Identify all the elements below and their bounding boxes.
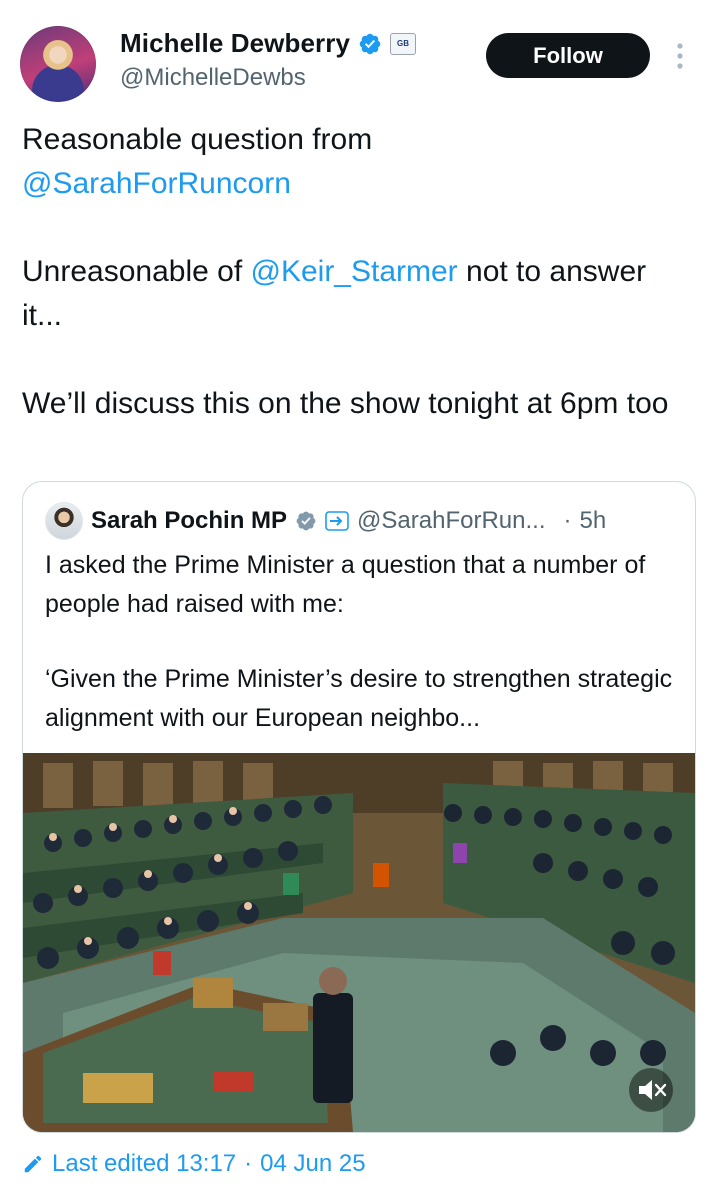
mention-sarahforruncorn[interactable]: @SarahForRuncorn [22,167,291,200]
quoted-text-2: ‘Given the Prime Minister’s desire to st… [45,665,673,732]
author-handle[interactable]: @MichelleDewbs [120,64,306,92]
more-options-icon[interactable] [668,40,692,72]
tweet-line-2: Unreasonable of @Keir_Starmer not to ans… [22,250,692,338]
tweet-body: Reasonable question from @SarahForRuncor… [22,118,692,426]
quoted-timestamp[interactable]: 5h [579,507,606,535]
author-display-name[interactable]: Michelle Dewberry [120,28,350,59]
commons-chamber-image [23,753,695,1132]
verified-badge-icon[interactable] [358,32,382,56]
edit-pencil-icon [24,1155,42,1173]
quoted-text-1: I asked the Prime Minister a question th… [45,551,646,618]
mention-keir-starmer[interactable]: @Keir_Starmer [251,255,458,288]
tweet-header: Michelle Dewberry GB @MichelleDewbs Foll… [0,0,718,110]
quoted-tweet-card[interactable]: Sarah Pochin MP @SarahForRun... · 5h I a… [22,481,696,1133]
affiliate-badge-icon [325,511,349,531]
verified-badge-icon [296,511,316,531]
affiliate-badge-icon[interactable]: GB [390,32,417,55]
tweet-line-3: We’ll discuss this on the show tonight a… [22,387,669,420]
quoted-header: Sarah Pochin MP @SarahForRun... · 5h [45,502,685,540]
last-edited-label: Last edited 13:17 [52,1150,237,1177]
quoted-separator: · [563,507,572,534]
quoted-display-name[interactable]: Sarah Pochin MP [91,507,287,535]
tweet-line-1: Reasonable question from @SarahForRuncor… [22,118,692,206]
follow-button[interactable]: Follow [486,33,650,78]
author-avatar[interactable] [20,26,96,102]
mute-icon[interactable] [627,1066,675,1114]
quoted-video[interactable] [23,753,695,1132]
tweet-text-1: Reasonable question from [22,123,373,156]
quoted-handle[interactable]: @SarahForRun... [357,507,545,535]
quoted-body: I asked the Prime Minister a question th… [45,546,675,738]
author-name-row: Michelle Dewberry GB [120,28,417,59]
last-edited-date: 04 Jun 25 [260,1150,366,1177]
last-edited-separator: · [244,1150,253,1177]
last-edited-link[interactable]: Last edited 13:17 · 04 Jun 25 [22,1150,366,1178]
quoted-avatar[interactable] [45,502,83,540]
tweet-text-2a: Unreasonable of [22,255,251,288]
